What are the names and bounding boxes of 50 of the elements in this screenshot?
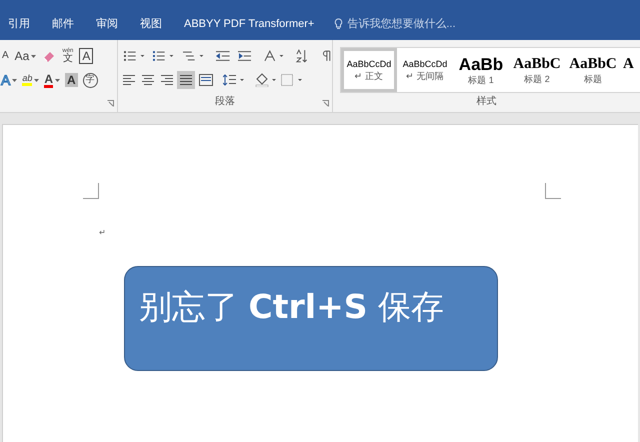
- align-center-icon[interactable]: [141, 74, 155, 86]
- paragraph-mark: ↵: [99, 229, 106, 237]
- text-effects-button[interactable]: A: [1, 73, 18, 87]
- borders-icon[interactable]: [281, 73, 303, 87]
- style-gallery-item[interactable]: A: [621, 48, 639, 92]
- ribbon-tab[interactable]: 视图: [140, 16, 162, 32]
- lightbulb-icon: [334, 18, 344, 30]
- asian-layout-icon[interactable]: [263, 49, 285, 63]
- style-gallery-item[interactable]: AaBbCcDd ↵ 无间隔: [397, 48, 453, 92]
- distributed-icon[interactable]: [199, 74, 213, 86]
- paragraph-mark-icon[interactable]: [322, 50, 332, 62]
- character-shading-button[interactable]: A: [65, 73, 78, 87]
- style-gallery-item[interactable]: AaBbC 标题: [565, 48, 621, 92]
- align-right-icon[interactable]: [159, 74, 173, 86]
- shrink-font-button[interactable]: A: [2, 51, 9, 61]
- eraser-icon[interactable]: [42, 49, 56, 63]
- style-gallery-item[interactable]: AaBbC 标题 2: [509, 48, 565, 92]
- numbered-list-icon[interactable]: [153, 50, 175, 62]
- ribbon-tab[interactable]: 审阅: [96, 16, 118, 32]
- line-spacing-icon[interactable]: [223, 73, 245, 87]
- group-label: 段落: [215, 94, 235, 109]
- caret-icon[interactable]: [34, 78, 40, 82]
- font-color-button[interactable]: A: [44, 72, 60, 88]
- decrease-indent-icon[interactable]: [216, 50, 230, 62]
- group-label: 样式: [476, 94, 496, 109]
- multilevel-list-icon[interactable]: [182, 50, 204, 62]
- dialog-launcher-icon[interactable]: [322, 100, 329, 107]
- margin-corner-mark: [83, 183, 99, 199]
- ribbon-tab[interactable]: 邮件: [52, 16, 74, 32]
- style-gallery-item[interactable]: AaBbCcDd ↵ 正文: [341, 48, 397, 92]
- align-left-icon[interactable]: [123, 74, 137, 86]
- shape-text: 别忘了 Ctrl+S 保存: [139, 287, 445, 327]
- tell-me-field[interactable]: 告诉我您想要做什么...: [334, 16, 456, 32]
- margin-corner-mark: [545, 183, 561, 199]
- enclose-characters-button[interactable]: 字: [82, 72, 98, 88]
- caret-icon[interactable]: [31, 54, 36, 58]
- dialog-launcher-icon[interactable]: [107, 100, 114, 107]
- increase-indent-icon[interactable]: [238, 50, 252, 62]
- character-border-button[interactable]: A: [79, 48, 94, 64]
- sort-icon[interactable]: [294, 49, 308, 63]
- caret-icon[interactable]: [12, 78, 18, 82]
- justify-icon: [180, 75, 192, 85]
- highlight-button[interactable]: ab: [22, 74, 40, 86]
- ribbon-tab[interactable]: 引用: [8, 16, 30, 32]
- justify-button[interactable]: [177, 71, 195, 89]
- change-case-button[interactable]: Aa: [14, 50, 36, 62]
- caret-icon[interactable]: [55, 78, 60, 82]
- ribbon-tab[interactable]: ABBYY PDF Transformer+: [184, 16, 314, 32]
- style-gallery-item[interactable]: AaBb 标题 1: [453, 48, 509, 92]
- bullet-list-icon[interactable]: [124, 50, 146, 62]
